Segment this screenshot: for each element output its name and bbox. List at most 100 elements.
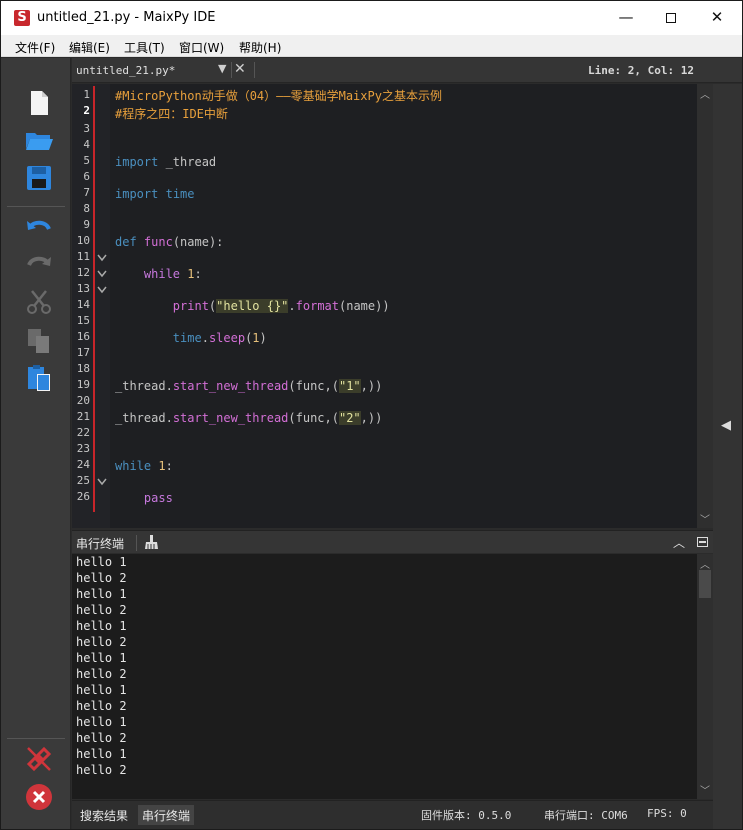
copy-icon[interactable] xyxy=(24,326,54,356)
stop-icon[interactable] xyxy=(24,782,54,812)
code-text: . xyxy=(288,299,296,313)
line-number: 10 xyxy=(76,234,90,247)
code-text: (func,( xyxy=(288,379,339,393)
number: 1 xyxy=(187,267,195,281)
editor-scrollbar[interactable]: ︿ ﹀ xyxy=(697,84,713,528)
terminal-title: 串行终端 xyxy=(76,537,125,551)
terminal-scrollbar[interactable]: ︿ ﹀ xyxy=(697,554,713,799)
keyword: pass xyxy=(143,491,173,505)
line-number: 17 xyxy=(76,346,90,359)
clear-terminal-icon[interactable] xyxy=(144,534,160,550)
method: start_new_thread xyxy=(172,411,289,425)
line-number: 18 xyxy=(76,362,90,375)
line-number: 14 xyxy=(76,298,90,311)
terminal-line: hello 1 xyxy=(76,747,127,761)
line-number: 2 xyxy=(83,104,90,117)
line-number: 16 xyxy=(76,330,90,343)
line-number: 4 xyxy=(83,138,90,151)
serial-terminal-output[interactable]: hello 1 hello 2 hello 1 hello 2 hello 1 … xyxy=(72,554,697,799)
tab-serial-terminal[interactable]: 串行终端 xyxy=(138,805,195,825)
divider xyxy=(254,62,255,78)
code-line: time.sleep(1) xyxy=(115,331,267,345)
terminal-line: hello 2 xyxy=(76,635,127,649)
fold-chevron-icon[interactable] xyxy=(97,286,107,294)
line-number: 7 xyxy=(83,186,90,199)
undo-icon[interactable] xyxy=(24,215,54,245)
code-line: _thread.start_new_thread(func,("2",)) xyxy=(115,411,382,425)
code-line: import time xyxy=(115,187,195,201)
status-bar: 搜索结果 串行终端 固件版本: 0.5.0 串行端口: COM6 FPS: 0 xyxy=(72,800,713,829)
number: 1 xyxy=(252,331,260,345)
line-number: 1 xyxy=(83,88,90,101)
close-window-button[interactable]: ✕ xyxy=(694,1,740,35)
toolbar-separator xyxy=(7,206,65,207)
code-line: #MicroPython动手做（04）——零基础学MaixPy之基本示例 xyxy=(115,89,442,103)
file-tab[interactable]: untitled_21.py* xyxy=(76,64,175,77)
close-icon[interactable]: ✕ xyxy=(234,61,246,77)
terminal-line: hello 1 xyxy=(76,715,127,729)
open-folder-icon[interactable] xyxy=(24,125,54,155)
line-number: 15 xyxy=(76,314,90,327)
code-line: pass xyxy=(115,491,173,505)
minimize-button[interactable]: — xyxy=(603,1,649,35)
chevron-down-icon[interactable]: ▼ xyxy=(218,62,226,75)
keyword: while xyxy=(115,459,152,473)
code-text: : xyxy=(165,459,173,473)
scrollbar-thumb[interactable] xyxy=(699,570,711,598)
maximize-button[interactable] xyxy=(648,1,694,35)
line-number: 11 xyxy=(76,250,90,263)
line-number: 12 xyxy=(76,266,90,279)
code-text: (name): xyxy=(172,235,224,249)
tab-search-results[interactable]: 搜索结果 xyxy=(76,805,132,825)
line-number: 25 xyxy=(76,474,90,487)
code-editor[interactable]: 1 2 3 4 5 6 7 8 9 10 11 12 13 14 15 16 1… xyxy=(72,84,697,528)
code-text: . xyxy=(165,379,173,393)
right-side-panel: ◀ xyxy=(713,84,742,829)
function-name: func xyxy=(143,235,173,249)
menu-help[interactable]: 帮助(H) xyxy=(239,39,281,56)
module-name: _thread xyxy=(115,379,166,393)
title-bar: S untitled_21.py - MaixPy IDE — ✕ xyxy=(1,1,742,35)
module-name: _thread xyxy=(115,411,166,425)
module-name: time xyxy=(172,331,202,345)
fold-chevron-icon[interactable] xyxy=(97,270,107,278)
code-text: : xyxy=(194,267,202,281)
disconnect-icon[interactable] xyxy=(24,744,54,774)
builtin: print xyxy=(172,299,209,313)
minimize-panel-icon[interactable] xyxy=(697,537,708,547)
terminal-line: hello 1 xyxy=(76,619,127,633)
terminal-header: 串行终端 ︿ xyxy=(72,530,713,553)
menu-file[interactable]: 文件(F) xyxy=(15,39,55,56)
fold-chevron-icon[interactable] xyxy=(97,478,107,486)
menu-edit[interactable]: 编辑(E) xyxy=(69,39,110,56)
module-name: _thread xyxy=(158,155,217,169)
scroll-up-icon[interactable]: ︿ xyxy=(700,556,710,571)
scroll-down-icon[interactable]: ﹀ xyxy=(700,511,710,526)
save-icon[interactable] xyxy=(24,163,54,193)
string: "hello {}" xyxy=(216,299,289,313)
keyword: def xyxy=(115,235,137,249)
string: "2" xyxy=(338,411,361,425)
paste-icon[interactable] xyxy=(24,363,54,393)
firmware-version: 固件版本: 0.5.0 xyxy=(421,809,512,822)
new-file-icon[interactable] xyxy=(24,88,54,118)
left-toolbar xyxy=(1,58,71,829)
divider xyxy=(136,535,137,551)
menu-tools[interactable]: 工具(T) xyxy=(124,39,165,56)
code-line: print("hello {}".format(name)) xyxy=(115,299,390,313)
terminal-line: hello 1 xyxy=(76,683,127,697)
redo-icon[interactable] xyxy=(24,251,54,281)
fps-counter: FPS: 0 xyxy=(647,807,687,820)
terminal-line: hello 2 xyxy=(76,699,127,713)
scroll-up-icon[interactable]: ︿ xyxy=(700,86,710,101)
chevron-up-icon[interactable]: ︿ xyxy=(673,534,685,551)
line-number: 19 xyxy=(76,378,90,391)
menu-window[interactable]: 窗口(W) xyxy=(179,39,224,56)
code-line: while 1: xyxy=(115,267,202,281)
fold-chevron-icon[interactable] xyxy=(97,254,107,262)
line-number: 9 xyxy=(83,218,90,231)
menu-bar: 文件(F) 编辑(E) 工具(T) 窗口(W) 帮助(H) xyxy=(1,35,742,57)
scroll-down-icon[interactable]: ﹀ xyxy=(700,782,710,797)
cut-icon[interactable] xyxy=(24,287,54,317)
expand-panel-icon[interactable]: ◀ xyxy=(721,418,731,433)
